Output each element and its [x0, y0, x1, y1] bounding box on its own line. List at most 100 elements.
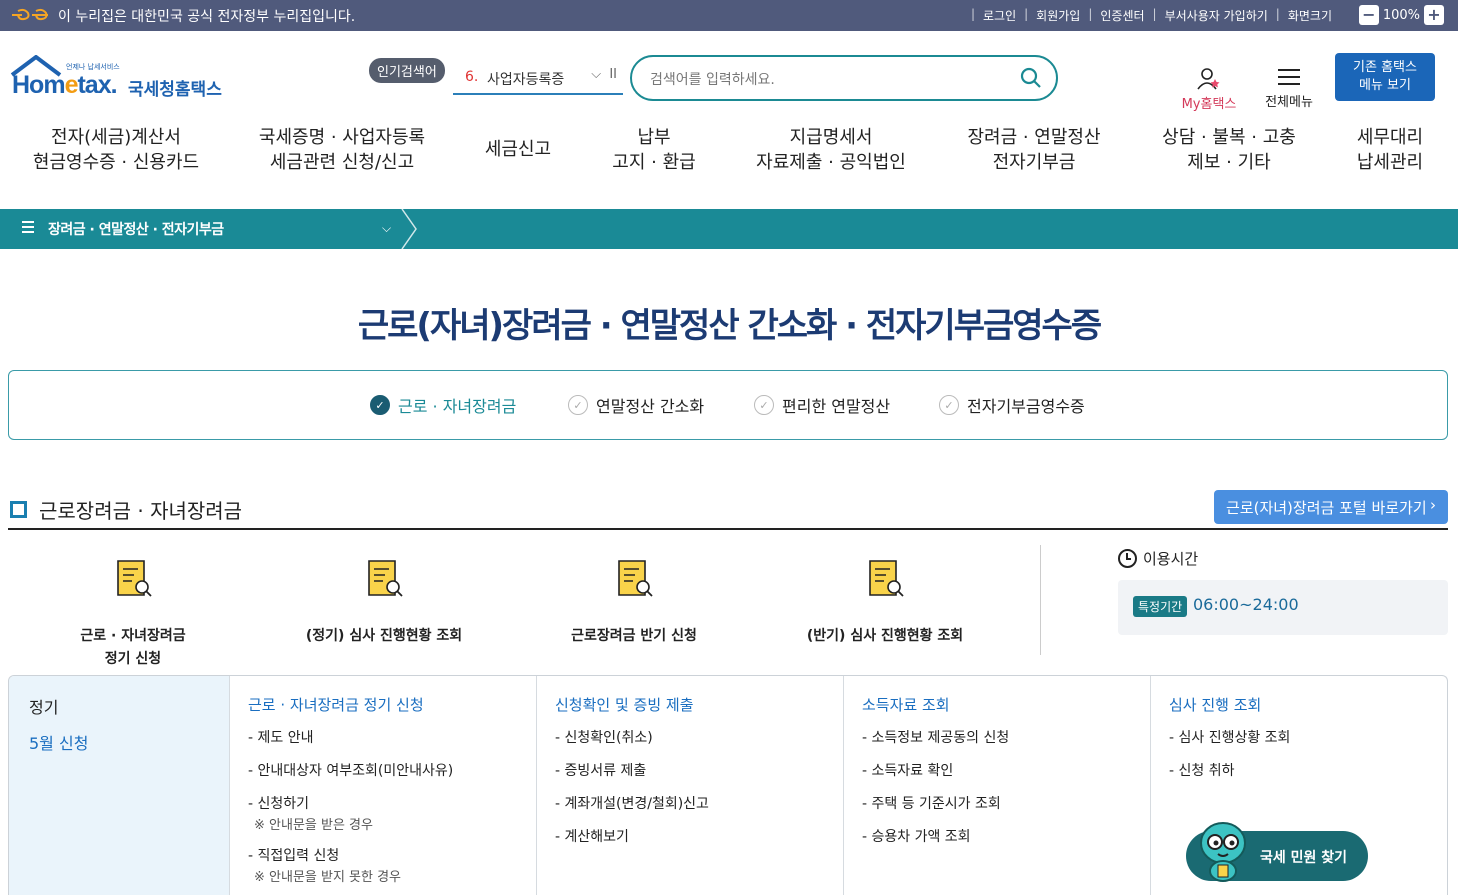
zoom-out-button[interactable]: −: [1358, 5, 1379, 25]
menu-icon: [22, 221, 34, 236]
breadcrumb-divider-icon: [401, 209, 417, 249]
usage-time-heading: 이용시간: [1118, 548, 1198, 569]
usage-time-value: 06:00~24:00: [1193, 595, 1299, 614]
mascot-icon: [1200, 822, 1246, 882]
menu-link[interactable]: - 신청하기: [248, 793, 536, 813]
menu-link[interactable]: - 신청 취하: [1169, 760, 1447, 780]
content-tabs: ✓ 근로 · 자녀장려금 ✓ 연말정산 간소화 ✓ 편리한 연말정산 ✓ 전자기부금영수…: [8, 370, 1448, 440]
my-hometax-button[interactable]: My홈택스: [1178, 67, 1240, 112]
column-heading[interactable]: 소득자료 조회: [862, 694, 1150, 715]
all-menu-button[interactable]: 전체메뉴: [1260, 69, 1318, 110]
global-nav: 전자(세금)계산서 현금영수증 · 신용카드 국세증명 · 사업자등록 세금관련…: [0, 125, 1458, 185]
search-box[interactable]: 검색어를 입력하세요.: [630, 55, 1058, 101]
document-search-icon: [618, 560, 653, 597]
menu-column-income: 소득자료 조회 - 소득정보 제공동의 신청 - 소득자료 확인 - 주택 등 …: [843, 676, 1150, 895]
menu-link[interactable]: - 신청확인(취소): [555, 727, 843, 747]
usage-time-label: 이용시간: [1143, 550, 1199, 568]
menu-link[interactable]: - 심사 진행상황 조회: [1169, 727, 1447, 747]
portal-shortcut-button[interactable]: 근로(자녀)장려금 포털 바로가기 ›: [1214, 490, 1448, 524]
cert-center-link[interactable]: 인증센터: [1100, 7, 1144, 24]
service-half-year-apply[interactable]: 근로장려금 반기 신청: [509, 555, 759, 648]
column-heading[interactable]: 심사 진행 조회: [1169, 694, 1447, 715]
menu-link[interactable]: - 직접입력 신청: [248, 845, 536, 865]
search-icon[interactable]: [1020, 67, 1042, 89]
hometax-logo[interactable]: 언제나 납세서비스 Hometax. 국세청홈택스: [10, 55, 230, 107]
column-heading[interactable]: 신청확인 및 증빙 제출: [555, 694, 843, 715]
zoom-in-button[interactable]: +: [1424, 5, 1444, 25]
service-label: 근로장려금 반기 신청: [571, 628, 697, 644]
popular-search-tag: 인기검색어: [369, 58, 445, 83]
usage-time-box: 특정기간 06:00~24:00: [1118, 580, 1448, 635]
gov-notice-text: 이 누리집은 대한민국 공식 전자정부 누리집입니다.: [58, 9, 356, 25]
tab-label: 근로 · 자녀장려금: [398, 397, 517, 416]
portal-button-label: 근로(자녀)장려금 포털 바로가기: [1226, 499, 1427, 517]
menu-link[interactable]: - 승용차 가액 조회: [862, 826, 1150, 846]
table-period-cell: 정기 5월 신청: [9, 676, 229, 895]
document-search-icon: [869, 560, 904, 597]
document-search-icon: [368, 560, 403, 597]
menu-note: ※ 안내문을 받은 경우: [254, 818, 373, 833]
section-title-text: 근로장려금 · 자녀장려금: [39, 499, 243, 523]
period-badge: 특정기간: [1133, 596, 1188, 617]
old-menu-button[interactable]: 기존 홈택스 메뉴 보기: [1335, 53, 1435, 101]
clock-icon: [1118, 549, 1137, 568]
vertical-divider: [1040, 545, 1041, 655]
my-hometax-label: My홈택스: [1181, 97, 1237, 112]
column-heading[interactable]: 근로 · 자녀장려금 정기 신청: [248, 694, 536, 715]
menu-link[interactable]: - 소득정보 제공동의 신청: [862, 727, 1150, 747]
service-half-year-status[interactable]: (반기) 심사 진행현황 조회: [760, 555, 1010, 648]
chevron-down-icon[interactable]: ⌵: [382, 221, 391, 236]
breadcrumb: 장려금 · 연말정산 · 전자기부금 ⌵: [0, 209, 1458, 249]
service-label: (정기) 심사 진행현황 조회: [305, 628, 463, 644]
popular-controls[interactable]: ⌵ II: [591, 67, 617, 82]
menu-link[interactable]: - 안내대상자 여부조회(미안내사유): [248, 760, 536, 780]
tab-convenient-year-end[interactable]: ✓ 편리한 연말정산: [754, 393, 890, 417]
menu-link[interactable]: - 계좌개설(변경/철회)신고: [555, 793, 843, 813]
gnb-item-payment-statement[interactable]: 지급명세서 자료제출 · 공익법인: [756, 125, 906, 175]
login-link[interactable]: 로그인: [983, 7, 1016, 24]
check-icon: ✓: [568, 395, 588, 415]
popular-search-item[interactable]: 6. 사업자등록증 ⌵ II: [453, 67, 623, 95]
menu-link[interactable]: - 계산해보기: [555, 826, 843, 846]
tab-donation-receipt[interactable]: ✓ 전자기부금영수증: [939, 393, 1085, 417]
egov-logo-icon: [12, 8, 48, 21]
menu-link[interactable]: - 증빙서류 제출: [555, 760, 843, 780]
hamburger-icon: [1278, 69, 1300, 85]
menu-link[interactable]: - 주택 등 기준시가 조회: [862, 793, 1150, 813]
popular-rank: 6.: [465, 69, 479, 85]
gnb-item-payment[interactable]: 납부 고지 · 환급: [612, 125, 695, 175]
section-square-icon: [10, 501, 27, 518]
chatbot-button[interactable]: 국세 민원 찾기: [1186, 822, 1368, 882]
menu-note: ※ 안내문을 받지 못한 경우: [254, 870, 402, 885]
top-links: | 로그인 | 회원가입 | 인증센터 | 부서사용자 가입하기 | 화면크기: [970, 7, 1332, 24]
logo-brand: Hometax.: [12, 71, 118, 99]
breadcrumb-label[interactable]: 장려금 · 연말정산 · 전자기부금: [48, 219, 224, 239]
menu-link[interactable]: - 소득자료 확인: [862, 760, 1150, 780]
gnb-item-consult[interactable]: 상담 · 불복 · 고충 제보 · 기타: [1162, 125, 1296, 175]
site-header: 언제나 납세서비스 Hometax. 국세청홈택스 인기검색어 6. 사업자등록…: [0, 31, 1458, 209]
page-title: 근로(자녀)장려금 · 연말정산 간소화 · 전자기부금영수증: [357, 306, 1102, 346]
section-title: 근로장려금 · 자녀장려금: [10, 495, 242, 524]
search-input[interactable]: 검색어를 입력하세요.: [650, 69, 775, 89]
menu-link[interactable]: - 제도 안내: [248, 727, 536, 747]
signup-link[interactable]: 회원가입: [1036, 7, 1080, 24]
tab-year-end-simplified[interactable]: ✓ 연말정산 간소화: [568, 393, 704, 417]
gnb-item-tax-agent[interactable]: 세무대리 납세관리: [1357, 125, 1423, 175]
gnb-item-certificate[interactable]: 국세증명 · 사업자등록 세금관련 신청/신고: [259, 125, 425, 175]
period-key: 정기: [29, 698, 59, 717]
section-divider: [8, 528, 1448, 530]
user-star-icon: [1197, 68, 1220, 90]
gnb-item-invoice[interactable]: 전자(세금)계산서 현금영수증 · 신용카드: [33, 125, 199, 175]
period-value: 5월 신청: [29, 734, 89, 753]
gnb-item-tax-filing[interactable]: 세금신고: [485, 137, 551, 162]
gnb-item-incentive[interactable]: 장려금 · 연말정산 전자기부금: [967, 125, 1100, 175]
dept-user-signup-link[interactable]: 부서사용자 가입하기: [1165, 7, 1268, 24]
service-regular-apply[interactable]: 근로 · 자녀장려금 정기 신청: [8, 555, 258, 671]
menu-column-confirm: 신청확인 및 증빙 제출 - 신청확인(취소) - 증빙서류 제출 - 계좌개설…: [536, 676, 843, 895]
service-regular-status[interactable]: (정기) 심사 진행현황 조회: [259, 555, 509, 648]
check-icon: ✓: [939, 395, 959, 415]
tab-incentive[interactable]: ✓ 근로 · 자녀장려금: [370, 393, 516, 417]
popular-keyword[interactable]: 사업자등록증: [487, 69, 564, 89]
zoom-control: − 100% +: [1358, 5, 1444, 25]
menu-column-apply: 근로 · 자녀장려금 정기 신청 - 제도 안내 - 안내대상자 여부조회(미안…: [229, 676, 536, 895]
